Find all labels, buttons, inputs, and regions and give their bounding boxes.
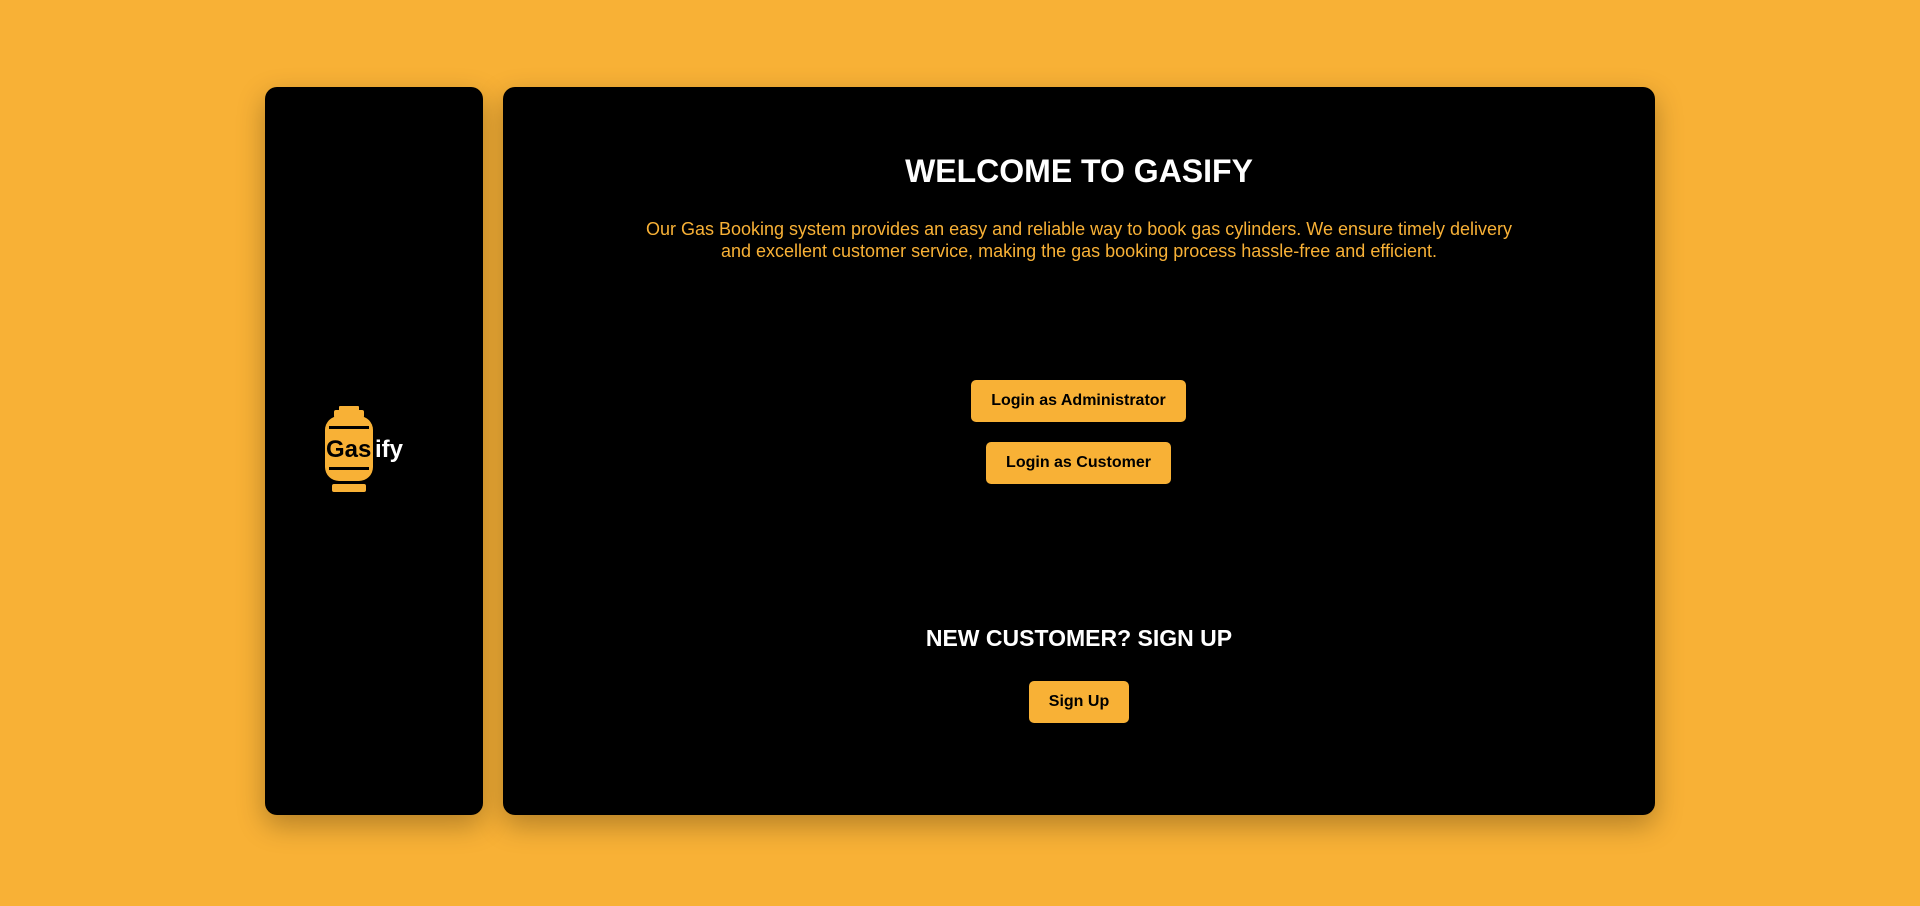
main-panel: WELCOME TO GASIFY Our Gas Booking system…: [503, 87, 1655, 815]
signup-heading: NEW CUSTOMER? SIGN UP: [925, 625, 1233, 651]
brand-name-part-gas: Gas: [326, 436, 372, 463]
sidebar: Gas ify: [265, 87, 483, 815]
page-title: WELCOME TO GASIFY: [905, 153, 1253, 189]
welcome-description: Our Gas Booking system provides an easy …: [645, 219, 1513, 261]
sign-up-button[interactable]: Sign Up: [1029, 681, 1129, 723]
login-customer-button[interactable]: Login as Customer: [986, 442, 1171, 484]
brand-name-part-ify: ify: [375, 436, 404, 463]
login-administrator-button[interactable]: Login as Administrator: [971, 380, 1186, 422]
brand-logo[interactable]: Gas ify: [324, 406, 424, 496]
